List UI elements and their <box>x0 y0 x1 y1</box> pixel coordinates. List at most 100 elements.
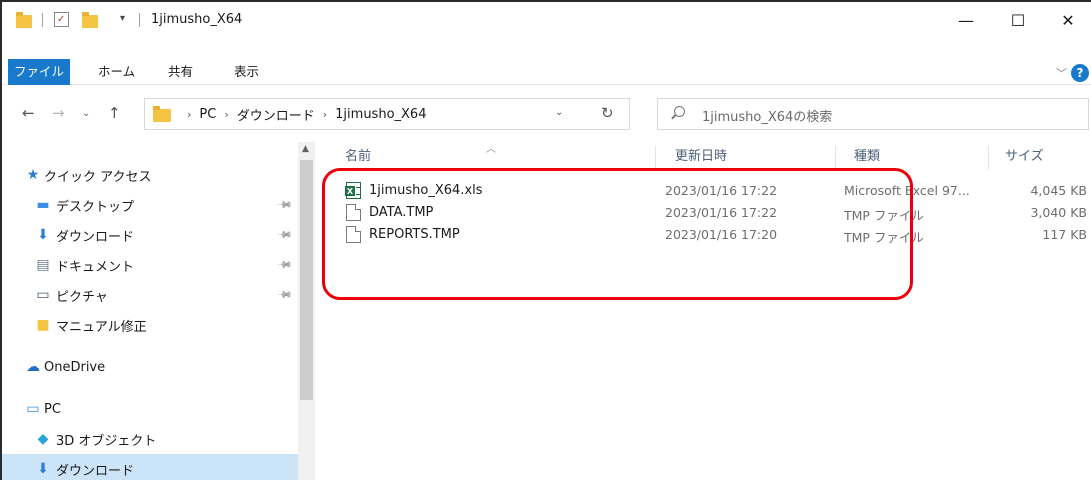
search-input[interactable]: 1jimusho_X64の検索 <box>702 106 832 125</box>
file-date: 2023/01/16 17:20 <box>665 227 778 242</box>
file-type: Microsoft Excel 97... <box>844 183 970 198</box>
maximize-button[interactable]: ☐ <box>995 2 1041 38</box>
column-header-date[interactable]: 更新日時 <box>675 142 727 172</box>
sidebar-item-label: マニュアル修正 <box>56 319 147 335</box>
close-button[interactable]: ✕ <box>1045 2 1091 38</box>
file-type: TMP ファイル <box>844 208 924 223</box>
back-button[interactable]: ← <box>22 104 35 122</box>
file-list: ︿ 名前 更新日時 種類 サイズ X 1jimusho_X64.xls 2023/0… <box>315 142 1091 480</box>
refresh-icon[interactable]: ↻ <box>601 104 614 122</box>
sidebar-item-6[interactable]: ☁ OneDrive <box>2 352 298 382</box>
download-icon: ⬇ <box>37 227 49 243</box>
sidebar-item-label: ドキュメント <box>56 259 135 275</box>
cloud-icon: ☁ <box>26 359 40 375</box>
folder-icon <box>153 106 171 122</box>
download-icon: ⬇ <box>37 461 49 477</box>
3d-objects-icon: ◆ <box>37 431 49 447</box>
pc-icon: ▭ <box>26 401 40 417</box>
chevron-right-icon: › <box>187 107 192 121</box>
column-divider[interactable] <box>988 146 989 170</box>
excel-file-icon: X <box>345 182 361 199</box>
ribbon-tabs: ファイル ホーム 共有 表示 ﹀ ? <box>2 59 1091 85</box>
chevron-right-icon[interactable]: › <box>323 108 327 121</box>
file-row[interactable]: REPORTS.TMP 2023/01/16 17:20 TMP ファイル 117 K… <box>327 224 1091 246</box>
address-dropdown-icon[interactable]: ⌄ <box>555 107 563 118</box>
pin-icon: 📌 <box>275 286 293 304</box>
expand-ribbon-icon[interactable]: ﹀ <box>1056 65 1067 81</box>
tab-view[interactable]: 表示 <box>224 59 269 85</box>
breadcrumb: › PC › ダウンロード › 1jimusho_X64 <box>179 99 426 129</box>
tab-home[interactable]: ホーム <box>88 59 145 85</box>
column-divider[interactable] <box>835 146 836 170</box>
column-header-type[interactable]: 種類 <box>854 142 880 172</box>
sidebar-item-5[interactable]: ■ マニュアル修正 <box>2 310 298 340</box>
sidebar-item-8[interactable]: ◆ 3D オブジェクト <box>2 424 298 454</box>
sidebar-item-label: ダウンロード <box>56 463 135 479</box>
navigation-pane: ★ クイック アクセス ▬ デスクトップ 📌 ⬇ ダウンロード 📌 ▤ ドキュメント 📌 ▭ ピクチャ 📌… <box>2 142 315 480</box>
address-bar[interactable]: › PC › ダウンロード › 1jimusho_X64 ⌄ ↻ <box>144 98 630 130</box>
sidebar-item-7[interactable]: ▭ PC <box>2 394 298 424</box>
up-button[interactable]: ↑ <box>108 104 121 122</box>
file-row[interactable]: X 1jimusho_X64.xls 2023/01/16 17:22 Microso… <box>327 180 1091 202</box>
column-header-name[interactable]: 名前 <box>345 142 371 172</box>
star-icon: ★ <box>26 167 40 183</box>
sidebar-item-3[interactable]: ▤ ドキュメント 📌 <box>2 250 298 280</box>
file-name: DATA.TMP <box>369 205 434 220</box>
chevron-right-icon[interactable]: › <box>224 108 228 121</box>
file-date: 2023/01/16 17:22 <box>665 183 778 198</box>
file-date: 2023/01/16 17:22 <box>665 205 778 220</box>
folder-icon: ■ <box>36 317 50 333</box>
sidebar-item-9[interactable]: ⬇ ダウンロード <box>2 454 298 480</box>
breadcrumb-downloads[interactable]: ダウンロード <box>237 105 315 124</box>
recent-locations-icon[interactable]: ⌄ <box>82 108 90 119</box>
customize-quick-access-icon[interactable]: ▾ <box>120 13 125 29</box>
sidebar-item-label: ダウンロード <box>56 229 135 245</box>
navigation-scrollbar[interactable]: ▲ <box>298 142 315 480</box>
help-icon[interactable]: ? <box>1071 64 1089 82</box>
sidebar-item-label: ピクチャ <box>56 289 108 305</box>
file-size: 117 KB <box>1042 227 1087 242</box>
properties-icon[interactable]: ✓ <box>54 12 69 27</box>
sort-ascending-icon: ︿ <box>486 144 496 155</box>
scroll-up-icon[interactable]: ▲ <box>302 144 309 154</box>
explorer-window: ✓ ▾ 1jimusho_X64 — ☐ ✕ ファイル ホーム 共有 表示 ﹀ … <box>0 0 1091 480</box>
file-type: TMP ファイル <box>844 230 924 245</box>
column-divider[interactable] <box>655 146 656 170</box>
breadcrumb-pc[interactable]: PC <box>199 107 216 122</box>
search-icon <box>674 106 685 117</box>
sidebar-item-label: デスクトップ <box>56 199 135 215</box>
separator <box>139 13 140 27</box>
file-row[interactable]: DATA.TMP 2023/01/16 17:22 TMP ファイル 3,040 KB <box>327 202 1091 224</box>
document-icon: ▤ <box>36 257 50 273</box>
sidebar-item-1[interactable]: ▬ デスクトップ 📌 <box>2 190 298 220</box>
sidebar-item-0[interactable]: ★ クイック アクセス <box>2 160 298 190</box>
ribbon-controls: ﹀ ? <box>1041 63 1091 83</box>
tab-file[interactable]: ファイル <box>8 59 70 85</box>
pin-icon: 📌 <box>275 256 293 274</box>
forward-button[interactable]: → <box>52 104 65 122</box>
sidebar-item-label: クイック アクセス <box>44 169 152 185</box>
sidebar-item-2[interactable]: ⬇ ダウンロード 📌 <box>2 220 298 250</box>
separator <box>42 13 43 27</box>
window-title: 1jimusho_X64 <box>151 12 243 27</box>
file-icon <box>346 204 361 221</box>
file-name: 1jimusho_X64.xls <box>369 183 483 198</box>
navigation-tree: ★ クイック アクセス ▬ デスクトップ 📌 ⬇ ダウンロード 📌 ▤ ドキュメント 📌 ▭ ピクチャ 📌… <box>2 142 298 480</box>
sidebar-item-4[interactable]: ▭ ピクチャ 📌 <box>2 280 298 310</box>
title-bar: ✓ ▾ 1jimusho_X64 — ☐ ✕ <box>2 2 1091 38</box>
pin-icon: 📌 <box>275 196 293 214</box>
pictures-icon: ▭ <box>36 287 50 303</box>
sidebar-item-label: 3D オブジェクト <box>56 433 157 449</box>
navigation-bar: ← → ⌄ ↑ › PC › ダウンロード › 1jimusho_X64 ⌄ ↻… <box>2 92 1091 134</box>
desktop-icon: ▬ <box>36 197 50 213</box>
file-icon <box>346 226 361 243</box>
sidebar-item-label: OneDrive <box>44 359 106 375</box>
column-header-size[interactable]: サイズ <box>1005 142 1044 172</box>
tab-share[interactable]: 共有 <box>158 59 203 85</box>
scroll-thumb[interactable] <box>300 160 313 400</box>
breadcrumb-current-folder[interactable]: 1jimusho_X64 <box>335 107 426 122</box>
minimize-button[interactable]: — <box>943 2 989 38</box>
pin-icon: 📌 <box>275 226 293 244</box>
file-name: REPORTS.TMP <box>369 227 460 242</box>
search-box[interactable]: 1jimusho_X64の検索 <box>657 98 1089 130</box>
